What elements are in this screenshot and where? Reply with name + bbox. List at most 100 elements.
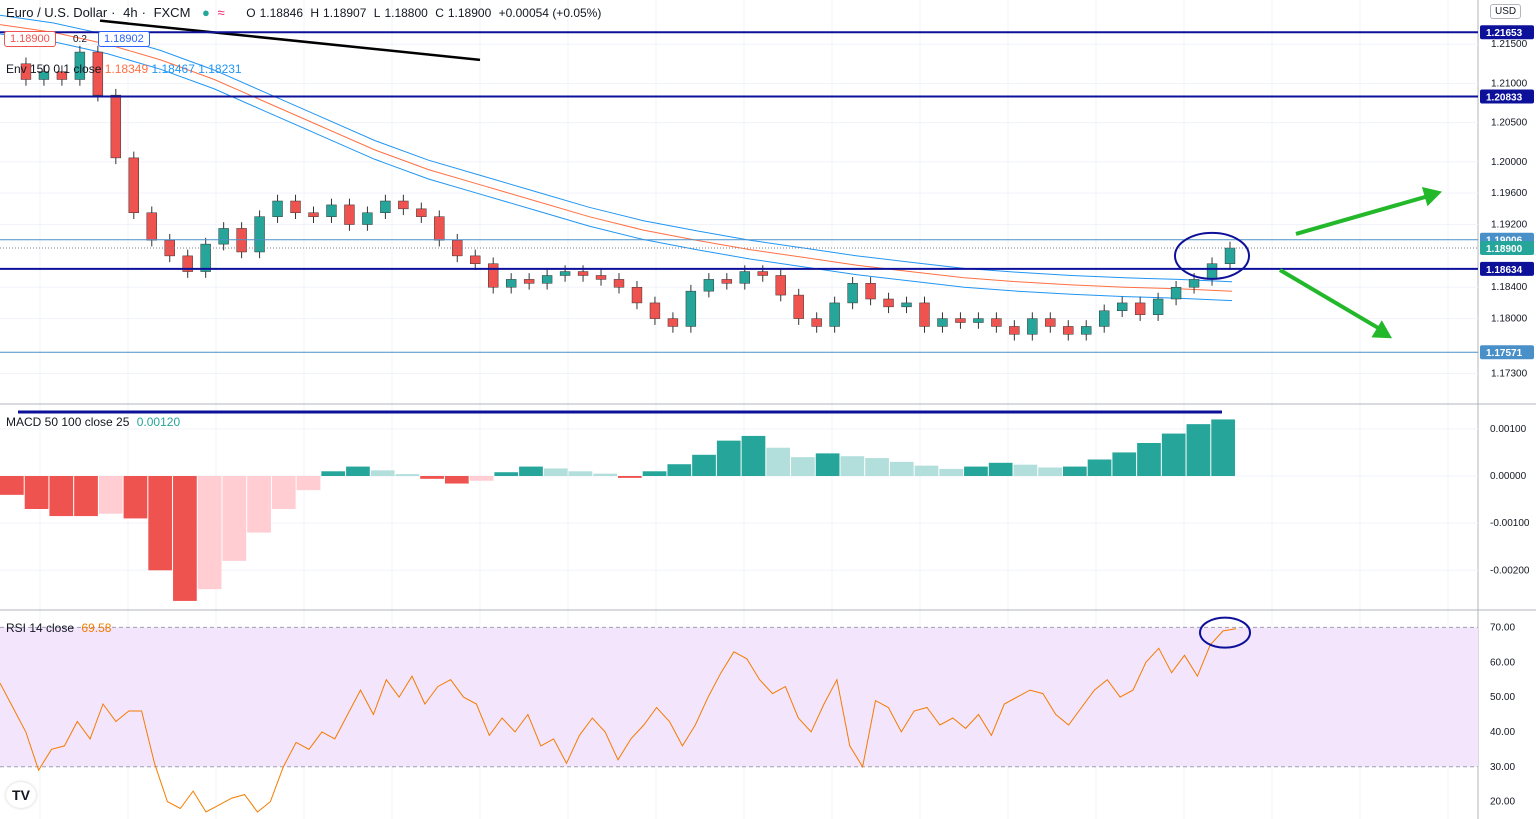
price-tick-label: 1.21000 (1491, 78, 1528, 89)
macd-histogram-bar (197, 476, 222, 590)
candle-body (1152, 298, 1164, 315)
macd-histogram-bar (24, 476, 49, 509)
exchange: FXCM (153, 5, 191, 20)
candle-body (380, 200, 391, 214)
price-tick-label: 1.19600 (1491, 188, 1528, 199)
price-tick-label: 1.17300 (1491, 368, 1528, 379)
symbol-name[interactable]: Euro / U.S. Dollar (6, 5, 107, 20)
candle-body (757, 271, 768, 276)
candle-body (1099, 310, 1110, 327)
candle-body (865, 283, 876, 300)
arrow-down-icon (1278, 268, 1384, 332)
macd-histogram-bar (1137, 443, 1161, 476)
candle-body (1224, 247, 1236, 264)
chart-canvas[interactable]: 1.21500 1.21000 1.20500 1.20000 1.19600 1.192… (0, 0, 1536, 819)
macd-histogram-bar (791, 457, 815, 476)
macd-histogram-bar (815, 453, 840, 476)
candle-body (164, 239, 175, 257)
price-tick-label: 1.18400 (1491, 282, 1528, 293)
interval[interactable]: 4h (123, 5, 137, 20)
candle-body (110, 94, 122, 159)
candle-body (1188, 279, 1200, 288)
macd-histogram-bar (469, 476, 494, 481)
macd-histogram-bar (1161, 433, 1186, 476)
candle-body (200, 243, 211, 272)
macd-histogram-bar (321, 471, 346, 476)
spread-value: 0.2 (73, 34, 87, 45)
candle-body (398, 200, 409, 210)
tradingview-logo-icon[interactable]: TV (6, 782, 36, 808)
candle-body (883, 298, 894, 308)
rsi-legend[interactable]: RSI 14 close 69.58 (6, 621, 111, 635)
candle-body (434, 216, 445, 241)
rsi-tick-label: 20.00 (1490, 797, 1515, 808)
candle-body (362, 212, 373, 225)
sell-button[interactable]: 1.18900 (4, 31, 56, 47)
rsi-tick-label: 30.00 (1490, 762, 1515, 773)
envelope-upper-line (0, 14, 1233, 283)
macd-histogram-bar (889, 461, 914, 476)
envelope-legend[interactable]: Env 150 0.1 close 1.18349 1.18467 1.1823… (6, 62, 242, 76)
macd-histogram-bar (1186, 424, 1211, 476)
candle-body (901, 302, 912, 308)
candle-body (254, 216, 265, 253)
candle-body (991, 318, 1002, 327)
candle-body (326, 204, 337, 217)
candle-body (218, 228, 229, 245)
price-tick-label: 1.20000 (1491, 157, 1528, 168)
candle-body (541, 275, 553, 284)
candle-body (308, 212, 319, 217)
candle-body (649, 302, 661, 319)
macd-histogram-bar (123, 476, 148, 519)
macd-histogram-bar (716, 440, 741, 476)
ohlc-values: O 1.18846 H 1.18907 L 1.18800 C 1.18900 +0.0… (246, 6, 602, 20)
candle-body (811, 318, 822, 327)
macd-histogram-bar (642, 471, 667, 476)
market-status-icon: ● (202, 5, 210, 20)
macd-tick-label: -0.00200 (1490, 565, 1530, 576)
candle-body (1116, 302, 1128, 312)
arrow-up-icon (1295, 193, 1431, 236)
macd-tick-label: -0.00100 (1490, 518, 1530, 529)
chart-window: 1.21500 1.21000 1.20500 1.20000 1.19600 1.192… (0, 0, 1536, 819)
price-level-label: 1.18634 (1486, 265, 1523, 276)
macd-histogram-bar (1112, 452, 1137, 476)
candle-body (829, 302, 840, 327)
candle-body (973, 318, 984, 323)
macd-histogram-bar (98, 476, 123, 514)
trend-line (99, 19, 481, 62)
candle-body (937, 318, 948, 327)
rsi-band (0, 627, 1478, 767)
macd-histogram-bar (593, 473, 617, 476)
candle-body (505, 279, 517, 288)
price-tick-label: 1.20500 (1491, 118, 1528, 129)
price-level-label: 1.18900 (1486, 244, 1523, 255)
buy-button[interactable]: 1.18902 (98, 31, 150, 47)
macd-histogram-bar (420, 476, 444, 479)
candle-body (1027, 318, 1038, 335)
currency-button[interactable]: USD (1490, 4, 1522, 19)
macd-histogram-bar (148, 476, 173, 571)
macd-histogram-bar (988, 462, 1013, 476)
rsi-tick-label: 50.00 (1490, 692, 1515, 703)
candle-body (344, 204, 355, 225)
candle-body (1170, 286, 1182, 300)
macd-histogram-bar (1211, 419, 1235, 476)
candle-body (955, 318, 966, 323)
candle-body (595, 275, 607, 280)
candle-body (685, 290, 697, 327)
candle-body (613, 279, 625, 288)
macd-histogram-bar (865, 458, 889, 476)
price-tick-label: 1.18000 (1491, 314, 1528, 325)
macd-histogram-bar (494, 472, 519, 476)
candle-body (631, 286, 643, 304)
macd-histogram-bar (939, 468, 964, 476)
macd-histogram-bar (395, 474, 420, 476)
chart-header: Euro / U.S. Dollar · 4h · FXCM ● ≈ O 1.1884… (6, 5, 609, 20)
macd-histogram-bar (543, 468, 568, 476)
candle-body (146, 212, 157, 241)
candle-body (470, 255, 481, 264)
macd-legend[interactable]: MACD 50 100 close 25 0.00120 (6, 415, 180, 429)
macd-histogram-bar (49, 476, 74, 517)
candle-body (488, 263, 499, 288)
